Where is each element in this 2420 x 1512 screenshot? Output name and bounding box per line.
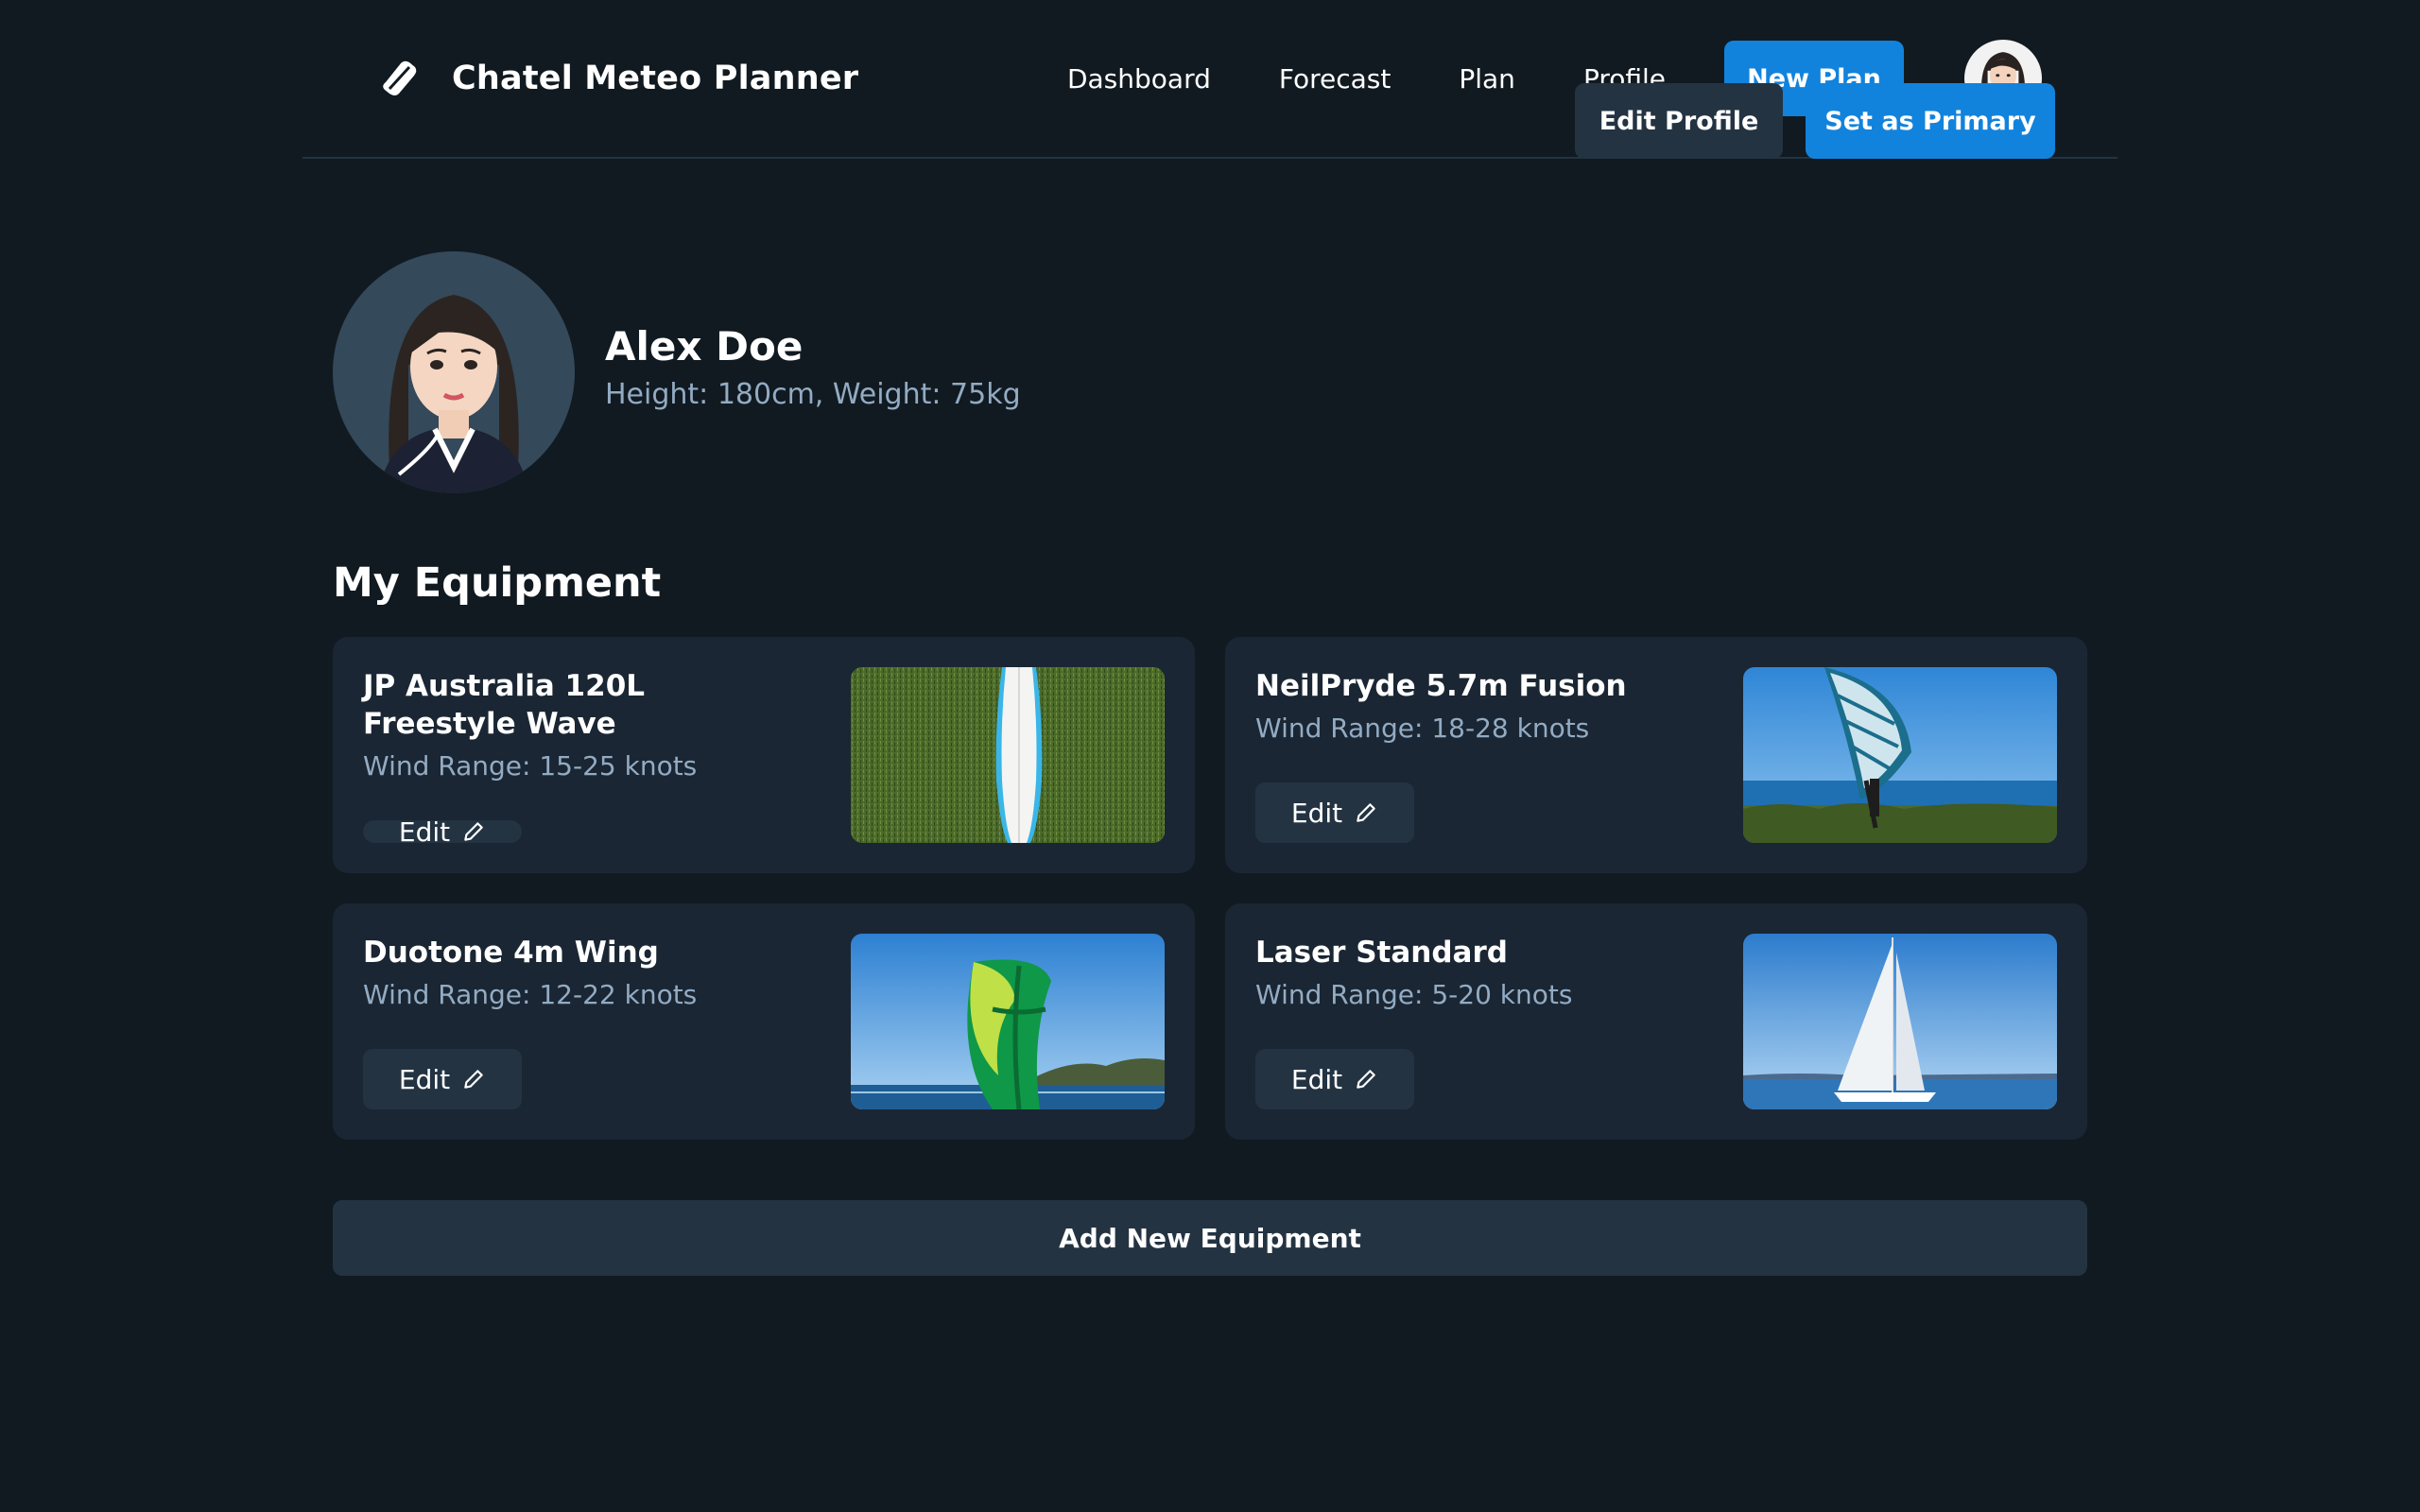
- profile-avatar: [333, 251, 575, 493]
- equipment-name: Duotone 4m Wing: [363, 936, 659, 970]
- leaf-logo-icon: [383, 60, 417, 95]
- brand[interactable]: Chatel Meteo Planner: [378, 58, 858, 99]
- profile-photo: [333, 251, 575, 493]
- equipment-wind-range: Wind Range: 12-22 knots: [363, 979, 698, 1010]
- equipment-card: NeilPryde 5.7m Fusion Wind Range: 18-28 …: [1225, 637, 2087, 873]
- equipment-wind-range: Wind Range: 5-20 knots: [1255, 979, 1573, 1010]
- edit-label: Edit: [398, 1063, 451, 1095]
- pencil-icon: [464, 822, 483, 841]
- profile-stats: Height: 180cm, Weight: 75kg: [605, 378, 1021, 411]
- profile-name: Alex Doe: [605, 323, 804, 369]
- edit-label: Edit: [1290, 1063, 1343, 1095]
- equipment-card: JP Australia 120L Freestyle Wave Wind Ra…: [333, 637, 1195, 873]
- edit-equipment-button[interactable]: Edit: [1255, 782, 1414, 843]
- nav-forecast[interactable]: Forecast: [1279, 63, 1391, 94]
- nav-plan[interactable]: Plan: [1459, 63, 1515, 94]
- pencil-icon: [1357, 803, 1375, 822]
- edit-label: Edit: [398, 816, 451, 848]
- sailboat-image: [1743, 934, 2057, 1109]
- app-name: Chatel Meteo Planner: [452, 60, 859, 97]
- surfboard-image: [851, 667, 1165, 843]
- equipment-name: JP Australia 120L Freestyle Wave: [363, 669, 646, 741]
- equipment-name: Laser Standard: [1255, 936, 1508, 970]
- pencil-icon: [1357, 1070, 1375, 1089]
- edit-equipment-button[interactable]: Edit: [1255, 1049, 1414, 1109]
- windsurf-sail-image: [1743, 667, 2057, 843]
- equipment-name: NeilPryde 5.7m Fusion: [1255, 669, 1627, 703]
- wing-image: [851, 934, 1165, 1109]
- equipment-card: Duotone 4m Wing Wind Range: 12-22 knots …: [333, 903, 1195, 1140]
- edit-equipment-button[interactable]: Edit: [363, 816, 522, 848]
- set-primary-button[interactable]: Set as Primary: [1806, 83, 2055, 159]
- nav-dashboard[interactable]: Dashboard: [1067, 63, 1211, 94]
- edit-label: Edit: [1290, 797, 1343, 829]
- edit-profile-button[interactable]: Edit Profile: [1575, 83, 1783, 159]
- profile-header: Alex Doe Height: 180cm, Weight: 75kg: [333, 251, 2087, 493]
- pencil-icon: [464, 1070, 483, 1089]
- add-new-equipment-button[interactable]: Add New Equipment: [333, 1200, 2087, 1276]
- equipment-section-title: My Equipment: [333, 559, 662, 607]
- equipment-wind-range: Wind Range: 15-25 knots: [363, 750, 698, 782]
- equipment-card: Laser Standard Wind Range: 5-20 knots Ed…: [1225, 903, 2087, 1140]
- edit-equipment-button[interactable]: Edit: [363, 1049, 522, 1109]
- equipment-wind-range: Wind Range: 18-28 knots: [1255, 713, 1590, 744]
